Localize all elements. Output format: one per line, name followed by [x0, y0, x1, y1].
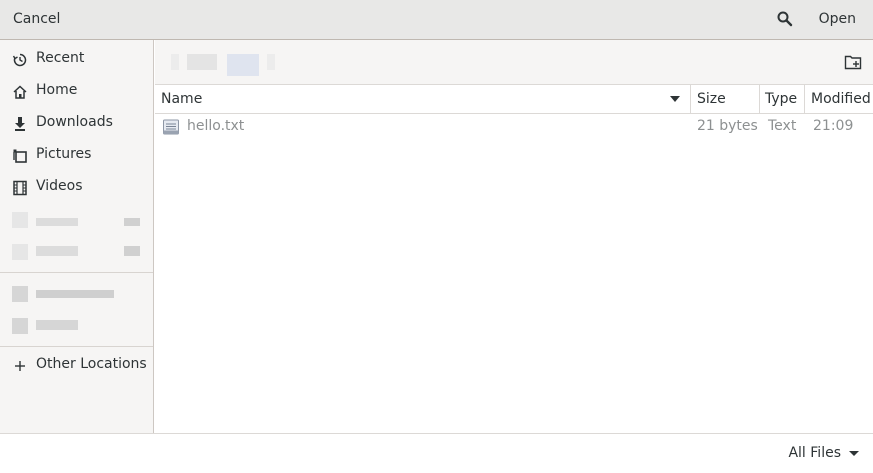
- sidebar-item-label: Downloads: [36, 114, 113, 130]
- sidebar-item-pictures[interactable]: Pictures: [0, 140, 153, 172]
- sidebar-separator: [0, 272, 153, 273]
- file-filter-dropdown[interactable]: All Files: [788, 445, 859, 461]
- sidebar-item-label: Home: [36, 82, 78, 98]
- column-header-modified[interactable]: Modified: [811, 85, 871, 113]
- sidebar-item-other-locations[interactable]: Other Locations: [0, 350, 153, 382]
- sidebar-item-redacted[interactable]: [0, 204, 153, 236]
- column-divider[interactable]: [759, 85, 760, 113]
- file-size: 21 bytes: [697, 118, 758, 134]
- redacted-icon: [12, 286, 28, 302]
- column-header-name[interactable]: Name: [161, 85, 202, 113]
- search-icon[interactable]: [776, 10, 794, 28]
- sidebar-item-redacted[interactable]: [0, 236, 153, 268]
- column-header-size[interactable]: Size: [697, 85, 726, 113]
- redacted-icon: [12, 318, 28, 334]
- home-icon: [12, 84, 28, 100]
- path-bar: [155, 40, 873, 85]
- plus-icon: [12, 358, 28, 374]
- footer-bar: All Files: [0, 433, 873, 473]
- sidebar-item-videos[interactable]: Videos: [0, 172, 153, 204]
- places-sidebar: Recent Home Downloads Pictures Videos Ot…: [0, 40, 154, 433]
- sidebar-item-label: Pictures: [36, 146, 92, 162]
- recent-icon: [12, 52, 28, 68]
- file-modified: 21:09: [813, 118, 854, 134]
- file-row[interactable]: hello.txt 21 bytes Text 21:09: [155, 114, 873, 140]
- file-filter-label: All Files: [788, 445, 841, 461]
- column-divider[interactable]: [690, 85, 691, 113]
- redacted-label: [36, 290, 114, 298]
- videos-icon: [12, 180, 28, 196]
- redacted-eject-icon: [124, 218, 140, 226]
- sidebar-item-label: Other Locations: [36, 356, 147, 372]
- redacted-path-segment[interactable]: [171, 54, 179, 70]
- sidebar-item-home[interactable]: Home: [0, 76, 153, 108]
- redacted-label: [36, 218, 78, 226]
- column-header-row: Name Size Type Modified: [155, 85, 873, 114]
- redacted-icon: [12, 212, 28, 228]
- sidebar-item-redacted[interactable]: [0, 310, 153, 342]
- redacted-path-segment[interactable]: [227, 54, 259, 76]
- sidebar-item-recent[interactable]: Recent: [0, 44, 153, 76]
- sidebar-item-label: Videos: [36, 178, 83, 194]
- downloads-icon: [12, 116, 28, 132]
- redacted-label: [36, 320, 78, 330]
- chevron-down-icon: [849, 450, 859, 456]
- file-name: hello.txt: [187, 118, 245, 134]
- redacted-path-segment[interactable]: [267, 54, 275, 70]
- column-header-type[interactable]: Type: [765, 85, 797, 113]
- file-type: Text: [768, 118, 797, 134]
- sidebar-item-redacted[interactable]: [0, 278, 153, 310]
- sidebar-separator: [0, 346, 153, 347]
- sidebar-item-downloads[interactable]: Downloads: [0, 108, 153, 140]
- new-folder-icon[interactable]: [844, 53, 862, 71]
- pictures-icon: [12, 148, 28, 164]
- sort-descending-icon: [670, 96, 680, 102]
- redacted-eject-icon: [124, 246, 140, 256]
- header-bar: Cancel Open: [0, 0, 873, 40]
- redacted-path-segment[interactable]: [187, 54, 217, 70]
- redacted-icon: [12, 244, 28, 260]
- text-file-icon: [162, 118, 180, 136]
- open-button[interactable]: Open: [819, 0, 856, 39]
- sidebar-item-label: Recent: [36, 50, 85, 66]
- column-divider[interactable]: [804, 85, 805, 113]
- cancel-button[interactable]: Cancel: [13, 0, 60, 39]
- redacted-label: [36, 246, 78, 256]
